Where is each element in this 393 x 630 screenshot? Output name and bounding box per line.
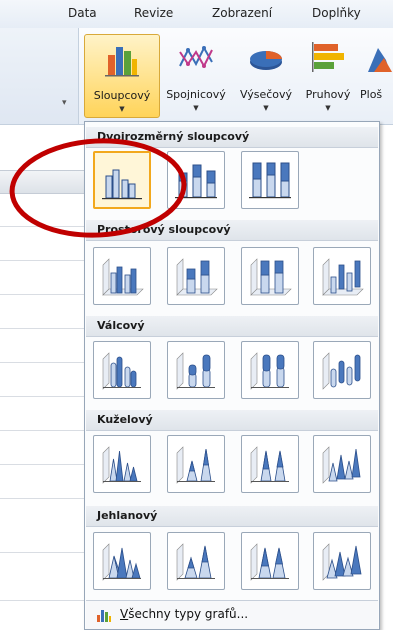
grid-line (0, 600, 84, 601)
chart-tile-100-stacked-cone[interactable] (241, 435, 299, 493)
stacked-cone-icon (176, 446, 215, 484)
chevron-down-icon: ▼ (263, 104, 269, 112)
column-chart-label: Sloupcový (93, 89, 151, 102)
all-chart-types-text: šechny typy grafů... (128, 607, 249, 621)
grid-line (0, 498, 84, 499)
chart-tile-clustered-cone[interactable] (93, 435, 151, 493)
percent-stacked-cone-icon (250, 446, 289, 484)
grid-line (0, 362, 84, 363)
chart-tile-clustered-pyramid[interactable] (93, 532, 151, 590)
chart-tile-3d-cylinder[interactable] (313, 341, 371, 399)
category-title: Jehlanový (97, 509, 158, 522)
chevron-down-icon: ▼ (325, 104, 331, 112)
chart-tile-100-stacked-column[interactable] (241, 151, 299, 209)
chart-tile-100-stacked-cylinder[interactable] (241, 341, 299, 399)
stacked-cylinder-icon (176, 352, 215, 390)
grid-line (0, 294, 84, 295)
percent-stacked-column-icon (249, 162, 291, 199)
bar-chart-label: Pruhový (305, 88, 351, 101)
3d-percent-stacked-column-icon (250, 258, 292, 296)
chart-tile-stacked-cylinder[interactable] (167, 341, 225, 399)
chart-tile-clustered-cylinder[interactable] (93, 341, 151, 399)
3d-cylinder-icon (322, 352, 361, 390)
chart-tile-3d-clustered-column[interactable] (93, 247, 151, 305)
clustered-pyramid-icon (102, 543, 141, 581)
3d-column-icon (322, 258, 364, 296)
category-header-pyramid: Jehlanový (86, 506, 378, 527)
pie-chart-button[interactable]: Výsečový ▼ (234, 36, 298, 112)
menu-tab-revize[interactable]: Revize (134, 6, 173, 20)
column-chart-icon (105, 47, 139, 77)
area-chart-label: Ploš (360, 88, 383, 101)
chart-tile-stacked-cone[interactable] (167, 435, 225, 493)
menu-tab-doplnky[interactable]: Doplňky (312, 6, 361, 20)
grid-line (0, 430, 84, 431)
category-title: Válcový (97, 319, 145, 332)
clustered-cone-icon (102, 446, 141, 484)
column-chart-button[interactable]: Sloupcový ▼ (84, 34, 160, 118)
pie-chart-icon (250, 51, 282, 70)
chevron-down-icon: ▼ (119, 105, 125, 113)
ribbon-previous-group (0, 28, 79, 124)
category-header-cone: Kuželový (86, 410, 378, 431)
bar-chart-button[interactable]: Pruhový ▼ (298, 36, 358, 112)
accelerator-key: V (120, 607, 129, 621)
3d-clustered-column-icon (102, 258, 144, 296)
category-header-cylinder: Válcový (86, 316, 378, 337)
area-chart-icon (368, 48, 392, 72)
menu-tab-data[interactable]: Data (68, 6, 97, 20)
chart-tile-100-stacked-pyramid[interactable] (241, 532, 299, 590)
line-chart-button[interactable]: Spojnicový ▼ (160, 36, 232, 112)
category-title: Kuželový (97, 413, 153, 426)
area-chart-button[interactable]: Ploš (360, 36, 393, 110)
chart-tile-3d-stacked-column[interactable] (167, 247, 225, 305)
line-chart-label: Spojnicový (166, 88, 226, 101)
chart-tile-3d-pyramid[interactable] (313, 532, 371, 590)
pie-chart-label: Výsečový (239, 88, 293, 101)
grid-line (0, 328, 84, 329)
ribbon-scroll-arrow-icon[interactable]: ▾ (62, 98, 67, 108)
all-chart-types-label: Všechny typy grafů... (120, 607, 248, 621)
grid-line (0, 260, 84, 261)
highlight-ellipse (9, 138, 187, 238)
bar-chart-icon (312, 42, 344, 72)
chart-tile-3d-100-stacked-column[interactable] (241, 247, 299, 305)
3d-stacked-column-icon (176, 258, 218, 296)
percent-stacked-pyramid-icon (250, 543, 289, 581)
line-chart-icon (179, 45, 213, 69)
chart-tile-3d-column[interactable] (313, 247, 371, 305)
stacked-pyramid-icon (176, 543, 215, 581)
chevron-down-icon: ▼ (193, 104, 199, 112)
grid-line (0, 464, 84, 465)
grid-line (0, 396, 84, 397)
menu-bar: Data Revize Zobrazení Doplňky (0, 0, 393, 29)
3d-pyramid-icon (322, 543, 362, 581)
chart-tile-stacked-pyramid[interactable] (167, 532, 225, 590)
clustered-cylinder-icon (102, 352, 141, 390)
chart-tile-3d-cone[interactable] (313, 435, 371, 493)
column-chart-icon (97, 610, 111, 622)
all-chart-types-item[interactable]: Všechny typy grafů... (86, 600, 378, 629)
percent-stacked-cylinder-icon (250, 352, 289, 390)
menu-tab-zobrazeni[interactable]: Zobrazení (212, 6, 272, 20)
3d-cone-icon (322, 446, 361, 484)
grid-line (0, 552, 84, 553)
